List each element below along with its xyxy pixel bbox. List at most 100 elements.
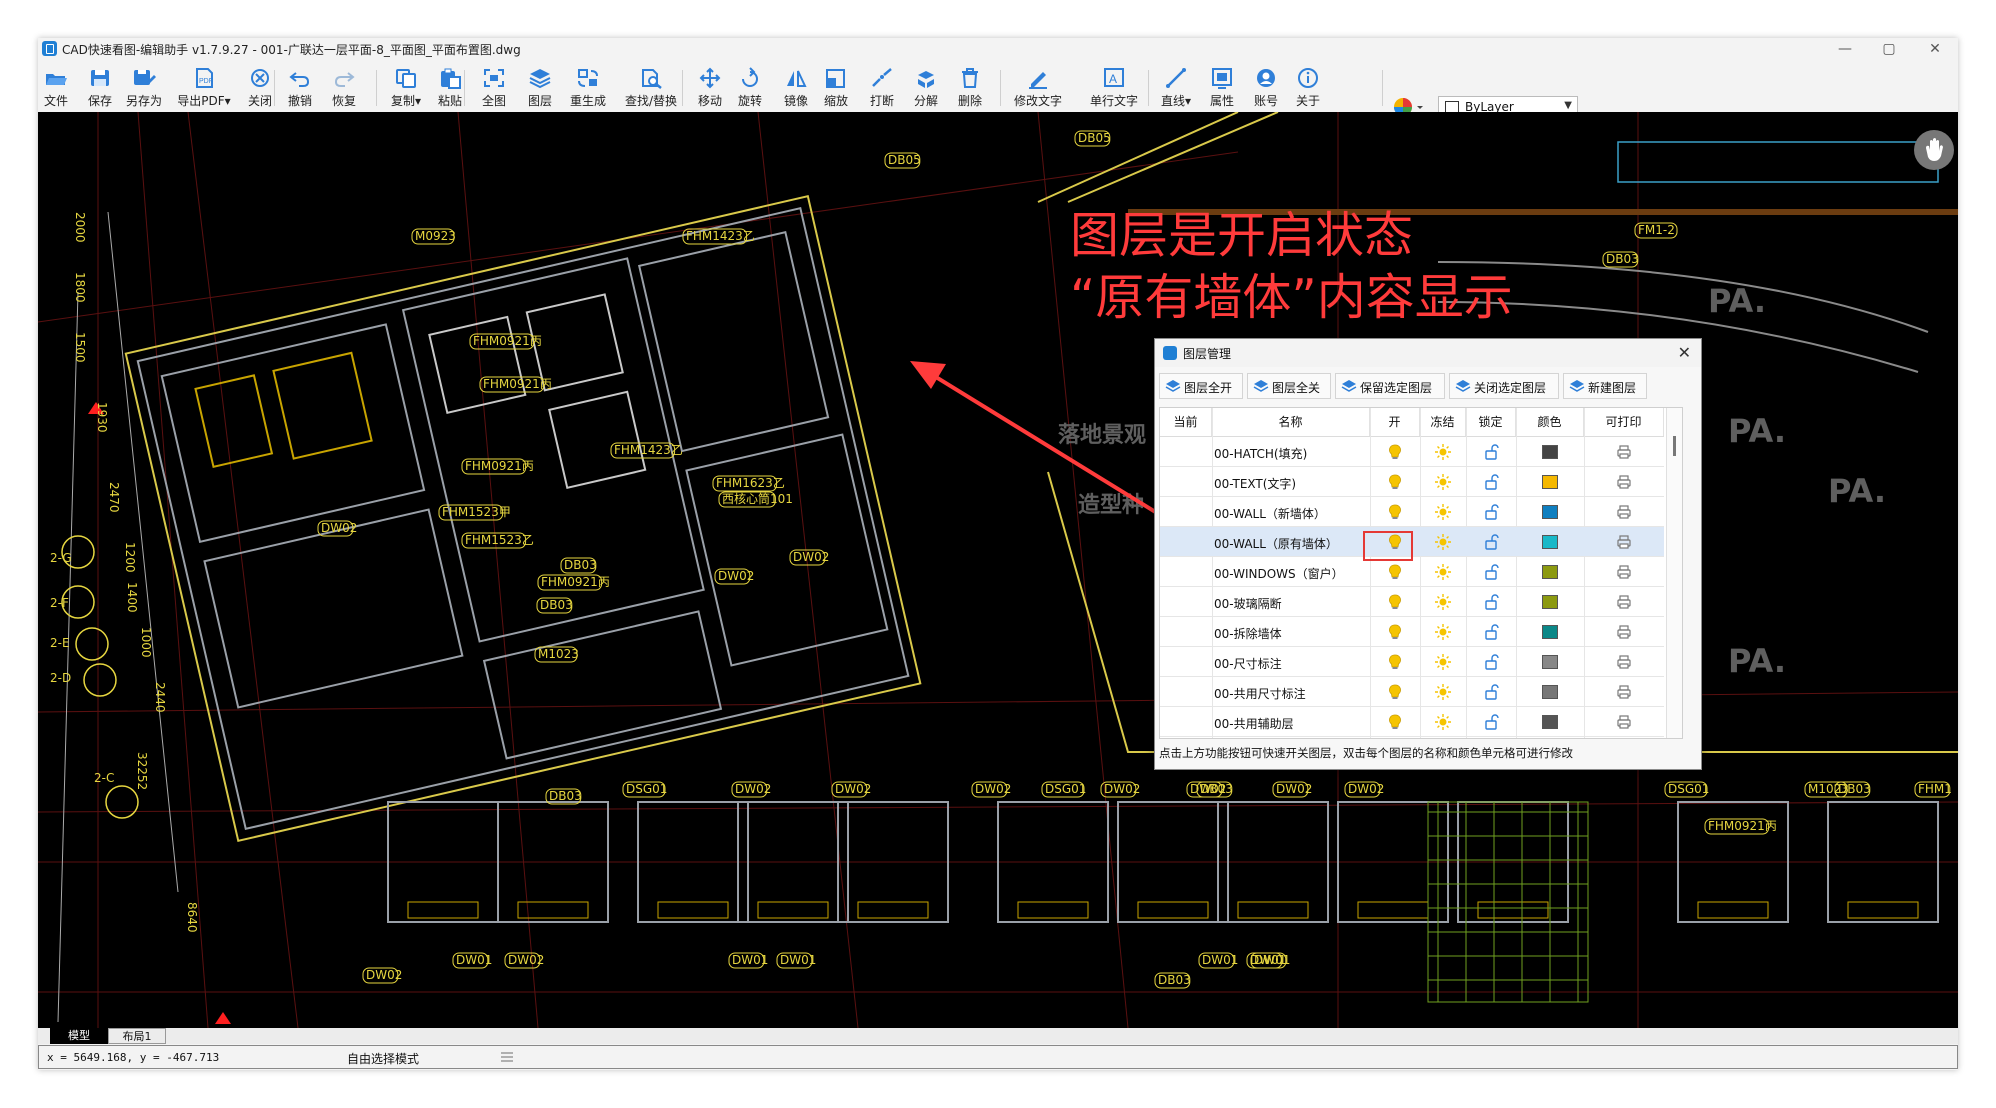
- toolbar-button-undo[interactable]: 撤销: [282, 64, 318, 110]
- toolbar-button-rotate[interactable]: 旋转: [732, 64, 768, 110]
- toolbar-button-paste[interactable]: 粘贴: [432, 64, 468, 110]
- sun-icon[interactable]: [1434, 623, 1452, 641]
- toolbar-button-break[interactable]: 打断: [864, 64, 900, 110]
- layer-row[interactable]: 00-WINDOWS（窗户）: [1160, 557, 1664, 587]
- sun-icon[interactable]: [1434, 683, 1452, 701]
- keep-selected-layers-button[interactable]: 保留选定图层: [1335, 373, 1445, 399]
- toolbar-button-delete[interactable]: 删除: [952, 64, 988, 110]
- toolbar-button-zoom-extents[interactable]: 全图: [476, 64, 512, 110]
- tab-layout1[interactable]: 布局1: [108, 1028, 166, 1044]
- toolbar-button-redo[interactable]: 恢复: [326, 64, 362, 110]
- toolbar-button-mirror[interactable]: 镜像: [778, 64, 814, 110]
- toolbar-button-save[interactable]: 保存: [80, 64, 120, 110]
- menu-icon[interactable]: [501, 1051, 513, 1063]
- toolbar-button-copy[interactable]: 复制▾: [384, 64, 428, 110]
- new-layer-button[interactable]: 新建图层: [1563, 373, 1647, 399]
- printer-icon[interactable]: [1615, 473, 1633, 491]
- unlock-icon[interactable]: [1482, 683, 1500, 701]
- unlock-icon[interactable]: [1482, 623, 1500, 641]
- unlock-icon[interactable]: [1482, 653, 1500, 671]
- printer-icon[interactable]: [1615, 593, 1633, 611]
- lightbulb-icon[interactable]: [1386, 503, 1404, 521]
- layer-color-swatch[interactable]: [1542, 565, 1558, 579]
- lightbulb-icon[interactable]: [1386, 593, 1404, 611]
- maximize-button[interactable]: ▢: [1866, 38, 1912, 60]
- col-lock-header[interactable]: 锁定: [1466, 408, 1516, 436]
- sun-icon[interactable]: [1434, 503, 1452, 521]
- unlock-icon[interactable]: [1482, 713, 1500, 731]
- unlock-icon[interactable]: [1482, 473, 1500, 491]
- close-selected-layers-button[interactable]: 关闭选定图层: [1449, 373, 1559, 399]
- toolbar-button-layers[interactable]: 图层: [522, 64, 558, 110]
- layer-row[interactable]: 00-TEXT(文字): [1160, 467, 1664, 497]
- sun-icon[interactable]: [1434, 533, 1452, 551]
- toolbar-button-line[interactable]: 直线▾: [1156, 64, 1196, 110]
- toolbar-button-folder-open[interactable]: 文件: [38, 64, 74, 110]
- unlock-icon[interactable]: [1482, 563, 1500, 581]
- col-current-header[interactable]: 当前: [1160, 408, 1212, 436]
- printer-icon[interactable]: [1615, 563, 1633, 581]
- lightbulb-icon[interactable]: [1386, 713, 1404, 731]
- layer-row[interactable]: 00-共用尺寸标注: [1160, 677, 1664, 707]
- sun-icon[interactable]: [1434, 593, 1452, 611]
- toolbar-button-single-line-text[interactable]: A 单行文字: [1082, 64, 1146, 110]
- layer-name[interactable]: 00-共用辅助层: [1214, 715, 1294, 732]
- col-color-header[interactable]: 颜色: [1516, 408, 1584, 436]
- layer-name[interactable]: 00-WALL（原有墙体）: [1214, 535, 1338, 552]
- layer-name[interactable]: 00-拆除墙体: [1214, 625, 1282, 642]
- lightbulb-icon[interactable]: [1386, 443, 1404, 461]
- toolbar-button-edit-text[interactable]: 修改文字: [1008, 64, 1068, 110]
- lightbulb-icon[interactable]: [1386, 623, 1404, 641]
- col-printable-header[interactable]: 可打印: [1584, 408, 1664, 436]
- sun-icon[interactable]: [1434, 713, 1452, 731]
- layer-row[interactable]: 00-尺寸标注: [1160, 647, 1664, 677]
- layer-color-swatch[interactable]: [1542, 445, 1558, 459]
- layer-row[interactable]: 00-拆除墙体: [1160, 617, 1664, 647]
- pan-hand-icon[interactable]: [1914, 130, 1954, 170]
- layer-row[interactable]: 00-HATCH(填充): [1160, 437, 1664, 467]
- unlock-icon[interactable]: [1482, 443, 1500, 461]
- toolbar-button-save-as[interactable]: 另存为: [122, 64, 166, 110]
- layer-color-swatch[interactable]: [1542, 475, 1558, 489]
- layer-name[interactable]: 00-共用尺寸标注: [1214, 685, 1306, 702]
- lightbulb-icon[interactable]: [1386, 563, 1404, 581]
- toolbar-button-move[interactable]: 移动: [692, 64, 728, 110]
- printer-icon[interactable]: [1615, 683, 1633, 701]
- layer-color-swatch[interactable]: [1542, 625, 1558, 639]
- unlock-icon[interactable]: [1482, 503, 1500, 521]
- lightbulb-icon[interactable]: [1386, 473, 1404, 491]
- col-on-header[interactable]: 开: [1370, 408, 1420, 436]
- toolbar-button-scale[interactable]: 缩放: [818, 64, 854, 110]
- layer-color-swatch[interactable]: [1542, 505, 1558, 519]
- sun-icon[interactable]: [1434, 653, 1452, 671]
- printer-icon[interactable]: [1615, 503, 1633, 521]
- unlock-icon[interactable]: [1482, 533, 1500, 551]
- layer-color-swatch[interactable]: [1542, 655, 1558, 669]
- layer-color-swatch[interactable]: [1542, 535, 1558, 549]
- sun-icon[interactable]: [1434, 563, 1452, 581]
- toolbar-button-account[interactable]: 账号: [1248, 64, 1284, 110]
- toolbar-button-info[interactable]: 关于: [1290, 64, 1326, 110]
- layers-all-off-button[interactable]: 图层全关: [1247, 373, 1331, 399]
- sun-icon[interactable]: [1434, 443, 1452, 461]
- layer-color-swatch[interactable]: [1542, 715, 1558, 729]
- col-freeze-header[interactable]: 冻结: [1420, 408, 1466, 436]
- toolbar-button-export-pdf[interactable]: PDF 导出PDF▾: [174, 64, 234, 110]
- toolbar-button-find-replace[interactable]: 查找/替换: [618, 64, 684, 110]
- layer-name[interactable]: 00-玻璃隔断: [1214, 595, 1282, 612]
- layer-color-swatch[interactable]: [1542, 595, 1558, 609]
- minimize-button[interactable]: —: [1822, 38, 1868, 60]
- unlock-icon[interactable]: [1482, 593, 1500, 611]
- printer-icon[interactable]: [1615, 443, 1633, 461]
- close-window-button[interactable]: ✕: [1912, 38, 1958, 60]
- layer-name[interactable]: 00-HATCH(填充): [1214, 445, 1307, 462]
- layer-row[interactable]: 00-WALL（新墙体）: [1160, 497, 1664, 527]
- printer-icon[interactable]: [1615, 653, 1633, 671]
- tab-model[interactable]: 模型: [50, 1028, 108, 1044]
- printer-icon[interactable]: [1615, 533, 1633, 551]
- selection-mode[interactable]: 自由选择模式: [347, 1050, 419, 1067]
- layer-name[interactable]: 00-WINDOWS（窗户）: [1214, 565, 1344, 582]
- printer-icon[interactable]: [1615, 623, 1633, 641]
- layer-row[interactable]: 00-共用辅助层: [1160, 707, 1664, 737]
- lightbulb-icon[interactable]: [1386, 683, 1404, 701]
